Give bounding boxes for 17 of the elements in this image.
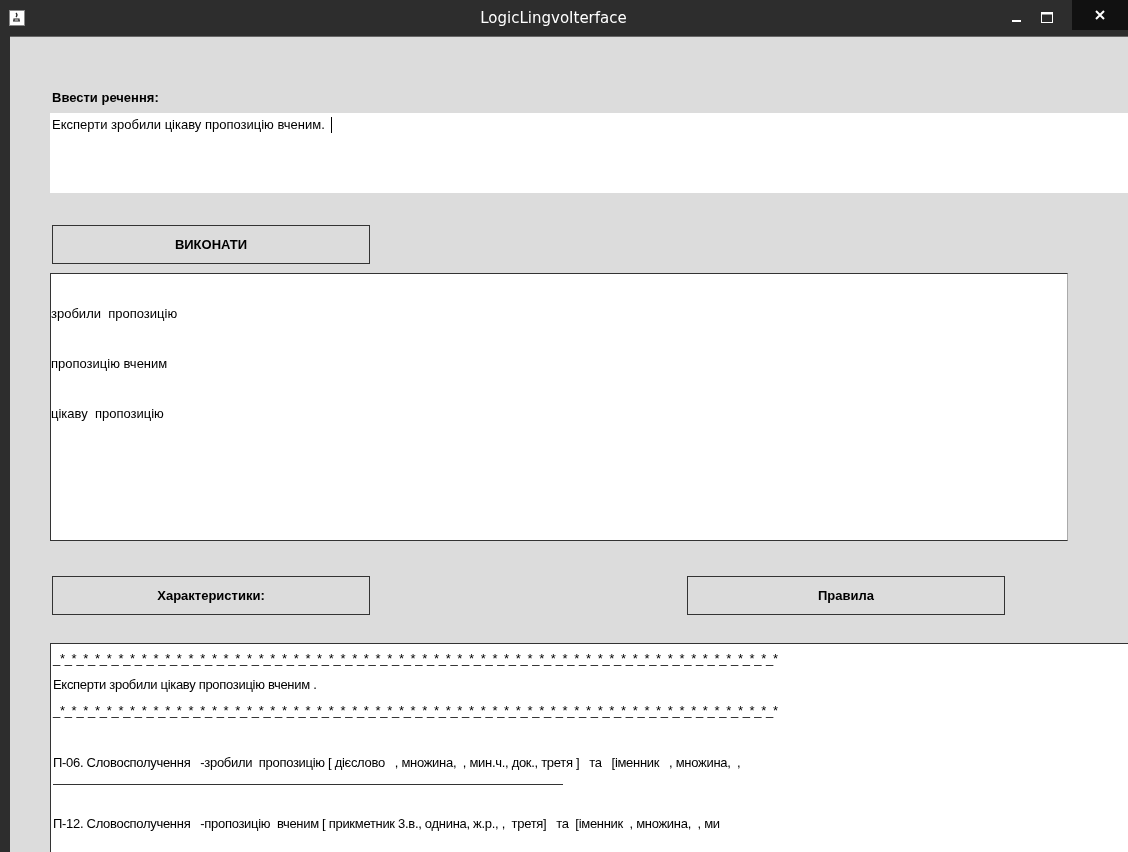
- close-icon: [1094, 9, 1106, 21]
- result-line: П-06. Словосполучення -зробили пропозицію [ дієслово , множина, , мин.ч., док., третя ] та [іменник , множина, ,: [53, 754, 742, 772]
- result-line: П-12. Словосполучення -пропозицію вченим [ прикметник 3.в., однина, ж.р., , третя] та [іменник , множина, , ми: [53, 815, 721, 833]
- phrase-line: зробили пропозицію: [51, 305, 179, 323]
- phrase-line: цікаву пропозицію: [51, 405, 165, 423]
- maximize-icon[interactable]: [1041, 12, 1053, 24]
- result-line: _*_*_*_*_*_*_*_*_*_*_*_*_*_*_*_*_*_*_*_*_*_*_*_*_*_*_*_*_*_*_*_*_*_*_*_*_*_*_*_*_*_*_*_*_*_*_*_*_*_*_*_*_*_*_*_*_*_*_*_*_*_*: [53, 702, 779, 720]
- action-button[interactable]: Правила: [687, 576, 1005, 615]
- action-button[interactable]: Характеристики:: [52, 576, 370, 615]
- close-button[interactable]: [1072, 0, 1128, 30]
- result-line: _*_*_*_*_*_*_*_*_*_*_*_*_*_*_*_*_*_*_*_*_*_*_*_*_*_*_*_*_*_*_*_*_*_*_*_*_*_*_*_*_*_*_*_*_*_*_*_*_*_*_*_*_*_*_*_*_*_*_*_*_*_*: [53, 650, 779, 668]
- phrase-line: пропозицію вченим: [51, 355, 169, 373]
- input-label: Ввести речення:: [52, 90, 160, 105]
- result-line: Експерти зробили цікаву пропозицію вченим .: [53, 676, 318, 694]
- sentence-field[interactable]: Експерти зробили цікаву пропозицію вченим.: [50, 113, 1128, 193]
- run-button[interactable]: ВИКОНАТИ: [52, 225, 370, 264]
- window-title: LogicLingvoIterface: [479, 9, 628, 27]
